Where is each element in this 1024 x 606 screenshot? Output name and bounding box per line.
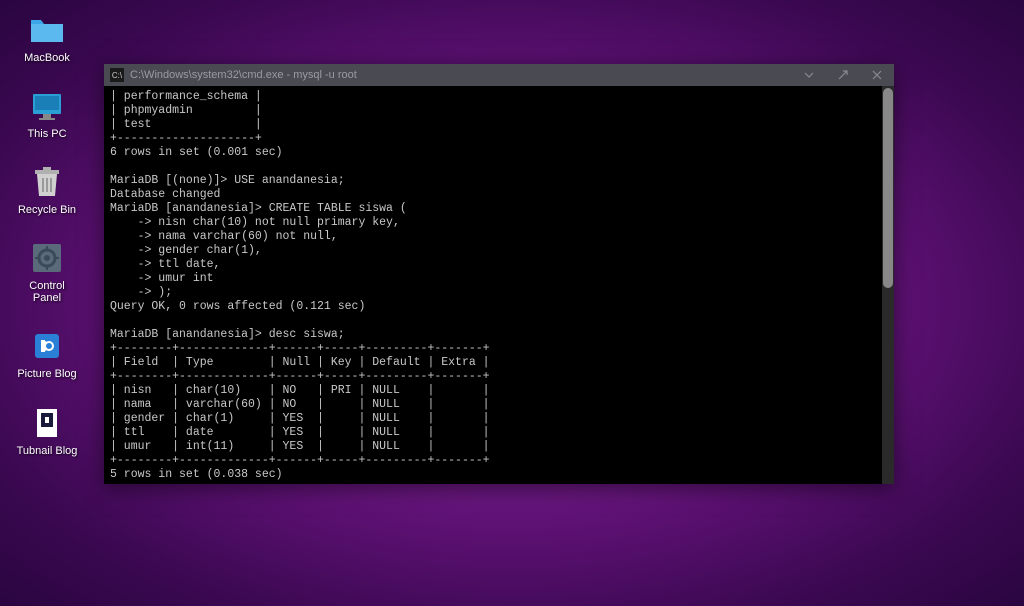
whitedoc-icon	[27, 403, 67, 443]
titlebar-controls	[792, 64, 894, 86]
minimize-button[interactable]	[792, 64, 826, 86]
desktop-icon-label: MacBook	[24, 52, 70, 64]
desktop-icon-picture-blog[interactable]: Picture Blog	[12, 324, 82, 382]
desktop-icon-label: Control Panel	[29, 280, 64, 304]
terminal-output[interactable]: | performance_schema | | phpmyadmin | | …	[104, 86, 894, 484]
scrollbar-thumb[interactable]	[883, 88, 893, 288]
titlebar[interactable]: C:\ C:\Windows\system32\cmd.exe - mysql …	[104, 64, 894, 86]
trash-icon	[27, 162, 67, 202]
close-button[interactable]	[860, 64, 894, 86]
desktop-icon-label: Recycle Bin	[18, 204, 76, 216]
desktop-icons-column: MacBook This PC Recycle Bin Control Pane…	[12, 8, 82, 477]
cmd-icon: C:\	[110, 68, 124, 82]
window-title: C:\Windows\system32\cmd.exe - mysql -u r…	[130, 69, 792, 81]
desktop-icon-label: This PC	[27, 128, 66, 140]
desktop-icon-this-pc[interactable]: This PC	[12, 84, 82, 142]
desktop-icon-label: Picture Blog	[17, 368, 76, 380]
desktop-icon-macbook[interactable]: MacBook	[12, 8, 82, 66]
monitor-icon	[27, 86, 67, 126]
bluefolder-icon	[27, 326, 67, 366]
gear-icon	[27, 238, 67, 278]
terminal-window: C:\ C:\Windows\system32\cmd.exe - mysql …	[104, 64, 894, 484]
desktop-icon-label: Tubnail Blog	[17, 445, 78, 457]
folder-icon	[27, 10, 67, 50]
desktop-icon-tubnail-blog[interactable]: Tubnail Blog	[12, 401, 82, 459]
desktop-icon-control-panel[interactable]: Control Panel	[12, 236, 82, 306]
scrollbar[interactable]	[882, 86, 894, 484]
desktop-icon-recycle-bin[interactable]: Recycle Bin	[12, 160, 82, 218]
maximize-button[interactable]	[826, 64, 860, 86]
